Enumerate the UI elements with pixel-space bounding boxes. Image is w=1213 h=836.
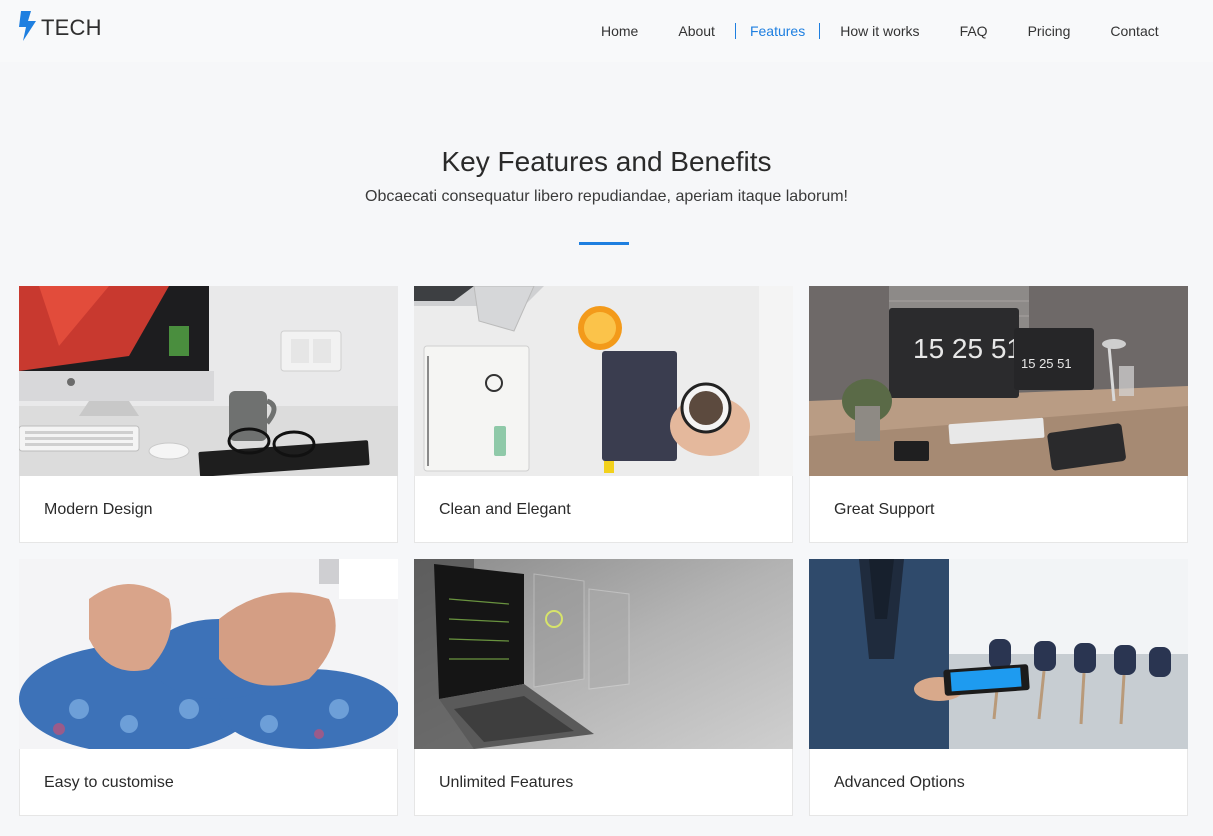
feature-card-label: Easy to customise [44,774,174,791]
feature-card-easy-to-customise[interactable]: Easy to customise [19,559,398,816]
feature-card-clean-and-elegant[interactable]: Clean and Elegant [414,286,793,543]
nav-about[interactable]: About [658,23,735,39]
feature-card-label: Great Support [834,501,935,518]
nav-faq[interactable]: FAQ [940,23,1008,39]
nav-home[interactable]: Home [581,23,658,39]
brand-name: TECH [41,15,102,40]
notebook-coffee-photo [414,286,793,476]
section-title: Key Features and Benefits [441,146,772,177]
nav-contact[interactable]: Contact [1090,23,1178,39]
feature-card-great-support[interactable]: 15 25 51 15 25 51 Great Support [809,286,1188,543]
main-nav: Home About Features How it works FAQ Pri… [581,0,1179,62]
feature-card-label: Advanced Options [834,774,965,791]
puzzle-pieces-photo [19,559,398,749]
clock-display-large: 15 25 51 [913,333,1022,364]
lightning-bolt-icon [18,10,37,46]
feature-card-label: Clean and Elegant [439,501,571,518]
feature-card-label: Unlimited Features [439,774,574,791]
nav-features[interactable]: Features [734,23,821,39]
nav-pricing[interactable]: Pricing [1008,23,1091,39]
desk-monitor-photo: 15 25 51 15 25 51 [809,286,1188,476]
feature-card-unlimited-features[interactable]: Unlimited Features [414,559,793,816]
brand-logo[interactable]: TECH [18,10,102,46]
nav-how-it-works[interactable]: How it works [820,23,939,39]
imac-desk-photo [19,286,398,476]
section-subtitle: Obcaecati consequatur libero repudiandae… [365,188,848,205]
feature-card-label: Modern Design [44,501,153,518]
laptop-screens-photo [414,559,793,749]
section-divider [579,242,629,245]
navbar: TECH Home About Features How it works FA… [0,0,1213,62]
feature-card-advanced-options[interactable]: Advanced Options [809,559,1188,816]
businessman-tablet-photo [809,559,1188,749]
feature-card-modern-design[interactable]: Modern Design [19,286,398,543]
clock-display-small: 15 25 51 [1021,356,1072,371]
